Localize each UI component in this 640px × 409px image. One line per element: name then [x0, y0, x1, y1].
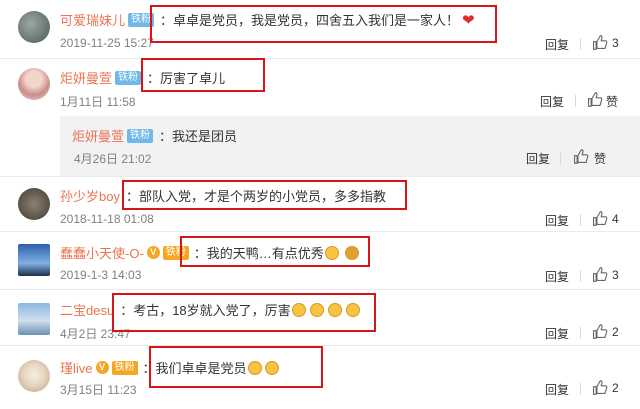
divider: [580, 383, 581, 395]
fan-badge: 铁粉: [115, 70, 142, 85]
username-link[interactable]: 炬妍曼萱: [60, 68, 112, 87]
reply-button[interactable]: 回复: [545, 325, 569, 342]
fan-badge: 铁粉: [162, 245, 189, 260]
username-link[interactable]: 可爱瑞妹儿: [60, 10, 125, 29]
thumbs-up-icon[interactable]: [586, 91, 603, 108]
avatar[interactable]: [18, 68, 50, 100]
comment-text: ：我们卓卓是党员: [142, 361, 247, 376]
thumbs-up-icon[interactable]: [572, 148, 589, 165]
comment-text: ：我还是团员: [159, 129, 238, 144]
comment-list: 可爱瑞妹儿 铁粉 ：卓卓是党员，我是党员，四舍五入我们是一家人！ ❤ 2019-…: [0, 0, 640, 409]
reply-button[interactable]: 回复: [545, 268, 569, 285]
emoji-icon: [264, 360, 279, 375]
divider: [580, 38, 581, 50]
divider: [580, 327, 581, 339]
comment-text: ：考古，18岁就入党了，厉害: [120, 303, 291, 318]
fan-badge: 铁粉: [111, 360, 138, 375]
comment-time: 3月15日 11:23: [60, 383, 137, 397]
thumbs-up-icon[interactable]: [591, 210, 608, 227]
comment-item: 孙少岁boy ：部队入党，才是个两岁的小党员，多多指教 2018-11-18 0…: [0, 176, 640, 231]
comment-time: 4月2日 23:47: [60, 327, 131, 341]
like-count: 2: [612, 381, 619, 395]
vip-icon: V: [146, 246, 160, 259]
emoji-icon: [344, 245, 359, 260]
username-link[interactable]: 二宝desu: [60, 300, 114, 319]
divider: [560, 152, 561, 164]
like-count: 赞: [606, 95, 619, 109]
thumbs-up-icon[interactable]: [591, 379, 608, 396]
avatar[interactable]: [18, 244, 50, 276]
reply-thread: 炬妍曼萱 铁粉 ：我还是团员 4月26日 21:02 回复 赞: [60, 116, 640, 176]
emoji-icon: [324, 245, 339, 260]
comment-item: 二宝desu ：考古，18岁就入党了，厉害 4月2日 23:47 回复 2: [0, 289, 640, 345]
username-link[interactable]: 炬妍曼萱: [72, 126, 124, 145]
like-count: 3: [612, 36, 619, 50]
avatar[interactable]: [18, 303, 50, 335]
comment-text: ：厉害了卓儿: [147, 71, 226, 86]
comment-time: 2019-1-3 14:03: [60, 268, 142, 282]
reply-button[interactable]: 回复: [545, 212, 569, 229]
like-count: 2: [612, 325, 619, 339]
comment-time: 2019-11-25 15:27: [60, 36, 154, 50]
username-link[interactable]: 孙少岁boy: [60, 186, 120, 205]
emoji-icon: [247, 360, 262, 375]
fan-badge: 铁粉: [128, 12, 155, 27]
comment-text: ：卓卓是党员，我是党员，四舍五入我们是一家人！: [160, 13, 460, 28]
fan-badge: 铁粉: [127, 128, 154, 143]
comment-item: 可爱瑞妹儿 铁粉 ：卓卓是党员，我是党员，四舍五入我们是一家人！ ❤ 2019-…: [0, 0, 640, 58]
like-count: 赞: [594, 152, 607, 166]
reply-button[interactable]: 回复: [545, 381, 569, 398]
avatar[interactable]: [18, 11, 50, 43]
comment-item: 瑾live V 铁粉 ：我们卓卓是党员 3月15日 11:23 回复 2: [0, 345, 640, 409]
comment-time: 4月26日 21:02: [74, 152, 152, 166]
like-count: 3: [612, 268, 619, 282]
vip-icon: V: [95, 361, 109, 374]
thumbs-up-icon[interactable]: [591, 34, 608, 51]
divider: [580, 214, 581, 226]
reply-button[interactable]: 回复: [526, 150, 550, 167]
comment-item: 炬妍曼萱 铁粉 ：厉害了卓儿 1月11日 11:58 回复 赞: [0, 58, 640, 116]
comment-time: 2018-11-18 01:08: [60, 212, 154, 226]
avatar[interactable]: [18, 188, 50, 220]
comment-time: 1月11日 11:58: [60, 95, 136, 109]
reply-button[interactable]: 回复: [545, 36, 569, 53]
thumbs-up-icon[interactable]: [591, 266, 608, 283]
heart-icon: ❤: [462, 11, 475, 29]
thumbs-up-emoji-icon: [309, 302, 324, 317]
username-link[interactable]: 瑾live: [60, 358, 93, 377]
reply-button[interactable]: 回复: [540, 93, 564, 110]
divider: [580, 270, 581, 282]
thumbs-up-emoji-icon: [345, 302, 360, 317]
divider: [575, 95, 576, 107]
thumbs-up-emoji-icon: [327, 302, 342, 317]
comment-item: 蠢蠢小天使-O- V 铁粉 ：我的天鸭…有点优秀 2019-1-3 14:03 …: [0, 231, 640, 289]
comment-text: ：我的天鸭…有点优秀: [193, 246, 324, 261]
avatar[interactable]: [18, 360, 50, 392]
username-link[interactable]: 蠢蠢小天使-O-: [60, 243, 144, 262]
thumbs-up-icon[interactable]: [591, 323, 608, 340]
like-count: 4: [612, 212, 619, 226]
comment-text: ：部队入党，才是个两岁的小党员，多多指教: [125, 189, 386, 204]
thumbs-up-emoji-icon: [291, 302, 306, 317]
